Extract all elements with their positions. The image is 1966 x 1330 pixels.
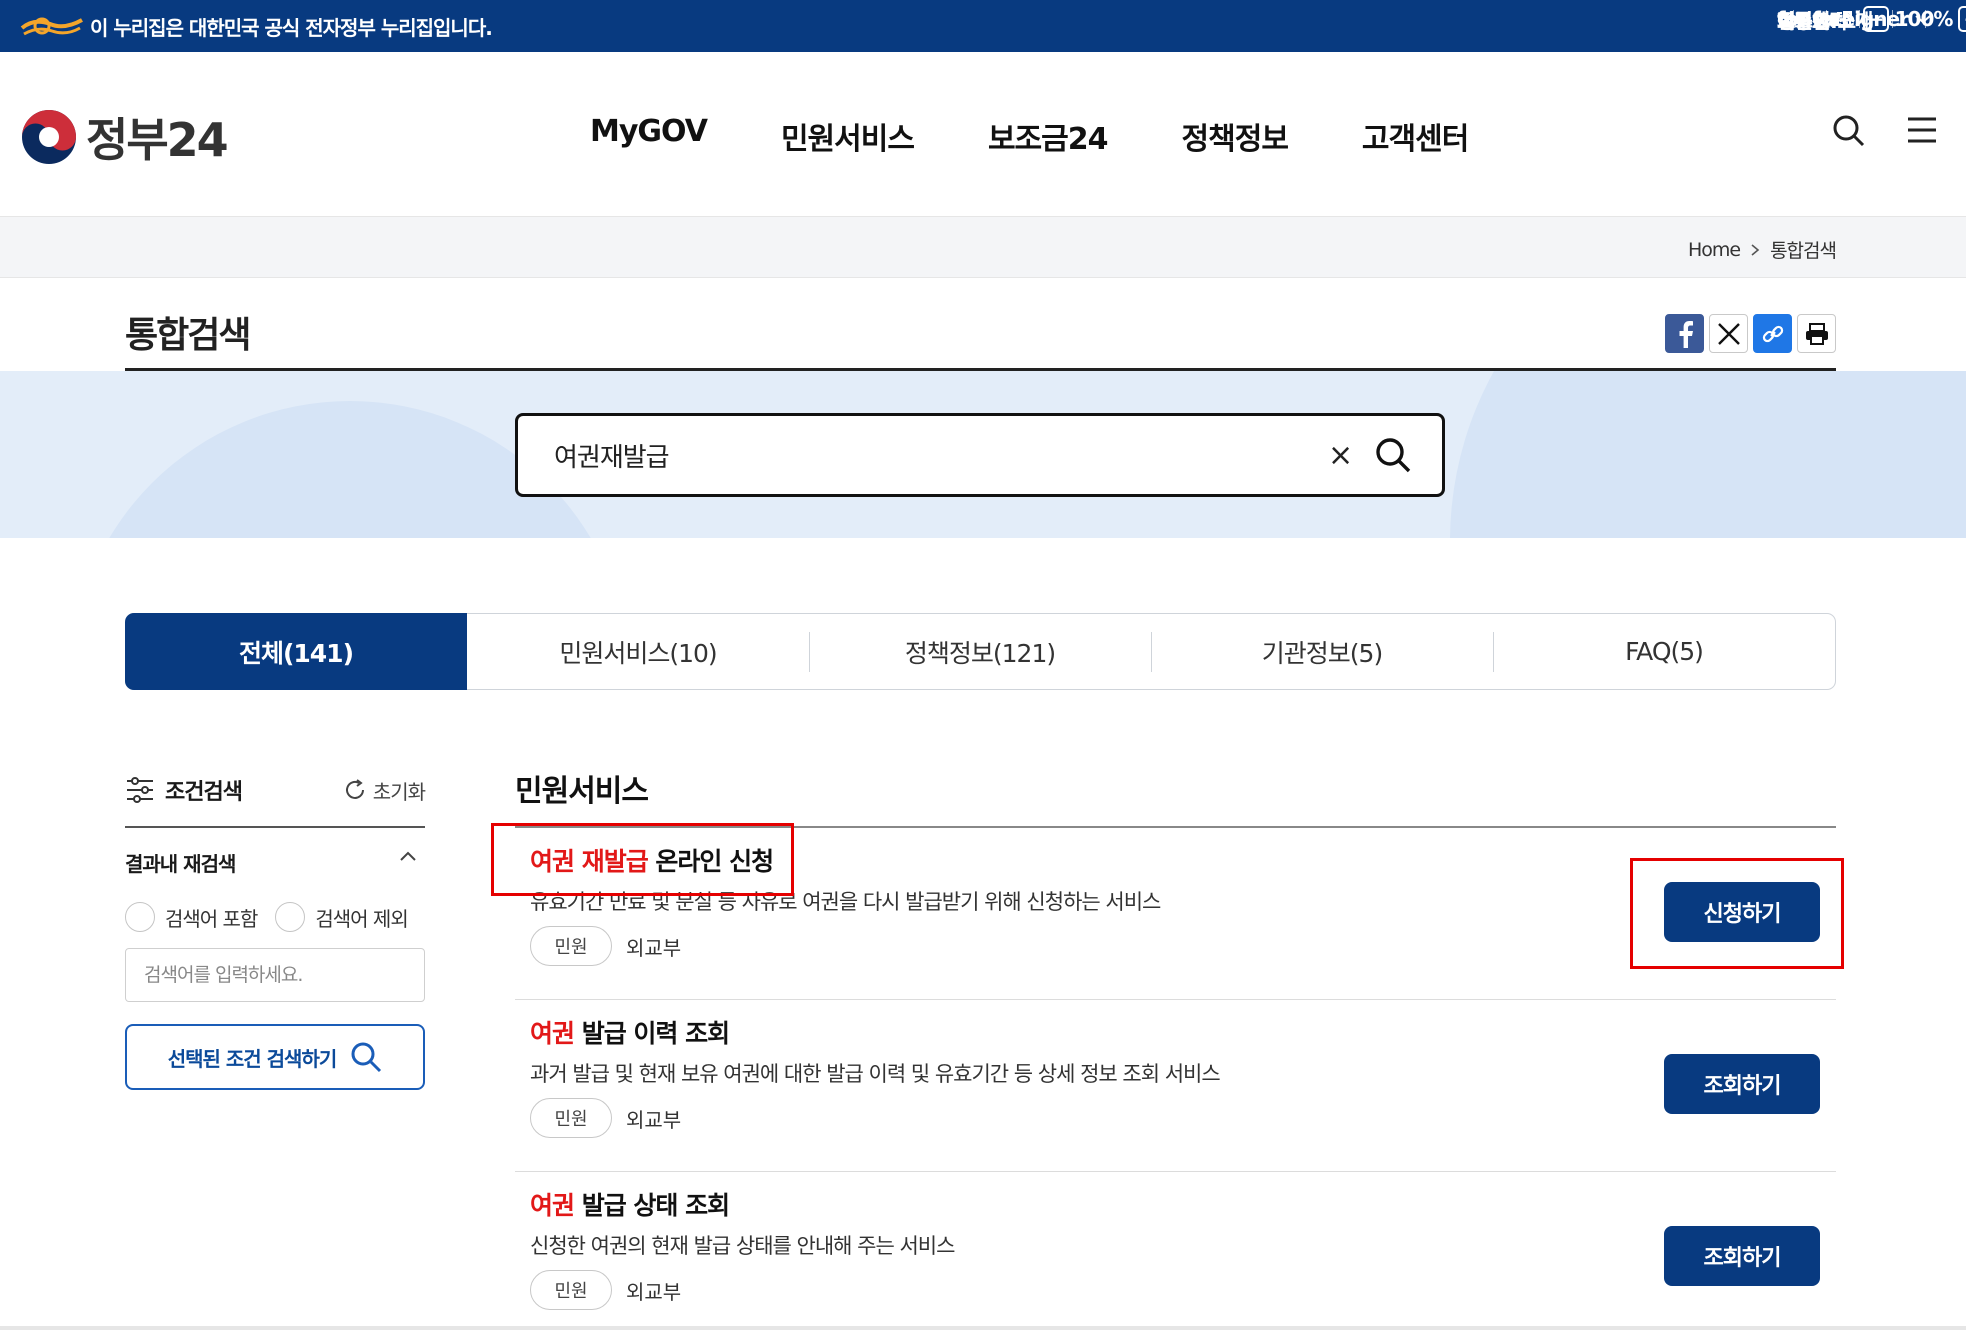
- inquiry-button[interactable]: 조회하기: [1664, 1054, 1820, 1114]
- facebook-share-button[interactable]: [1665, 314, 1704, 353]
- result-meta: 민원 외교부: [530, 1098, 681, 1138]
- result-item: 여권 발급 이력 조회 과거 발급 및 현재 보유 여권에 대한 발급 이력 및…: [515, 1000, 1836, 1172]
- tab-policy-info[interactable]: 정책정보(121): [809, 614, 1151, 689]
- facebook-icon: [1679, 320, 1693, 348]
- x-logo-icon: [1717, 322, 1740, 345]
- agency-name: 외교부: [626, 1279, 682, 1304]
- nav-subsidy24[interactable]: 보조금24: [988, 114, 1109, 158]
- decorative-shape: [1450, 371, 1966, 538]
- sliders-icon: [127, 777, 153, 803]
- printer-icon: [1805, 322, 1828, 345]
- search-selected-conditions-button[interactable]: 선택된 조건 검색하기: [125, 1024, 425, 1090]
- x-share-button[interactable]: [1709, 314, 1748, 353]
- page-title: 통합검색: [125, 315, 251, 356]
- result-title-highlight: 여권: [530, 1191, 575, 1220]
- agency-name: 외교부: [626, 1107, 682, 1132]
- condition-search-panel: 조건검색 초기화 결과내 재검색 검색어 포함 검색어 제외 선택된 조건 검색…: [125, 770, 426, 1090]
- filter-header: 조건검색 초기화: [125, 770, 426, 810]
- radio-circle[interactable]: [125, 902, 155, 932]
- result-description: 신청한 여권의 현재 발급 상태를 안내해 주는 서비스: [530, 1234, 955, 1258]
- clear-search-button[interactable]: ×: [1328, 438, 1353, 473]
- category-badge: 민원: [530, 1098, 612, 1138]
- nav-civil-services[interactable]: 민원서비스: [781, 114, 915, 158]
- search-icon[interactable]: [1832, 114, 1866, 148]
- agency-name: 외교부: [626, 935, 682, 960]
- integrated-search-box: ×: [515, 413, 1445, 497]
- category-badge: 민원: [530, 926, 612, 966]
- result-meta: 민원 외교부: [530, 1270, 681, 1310]
- filter-title-label: 조건검색: [165, 780, 243, 805]
- refine-keyword-input[interactable]: [125, 948, 425, 1002]
- annotation-box-apply: [1630, 858, 1844, 969]
- taegeuk-logo-icon: [22, 110, 76, 164]
- page-bottom-edge: [0, 1326, 1966, 1330]
- results-section-title: 민원서비스: [515, 774, 649, 809]
- gov-banner: 이 누리집은 대한민국 공식 전자정부 누리집입니다. for foreigne…: [0, 0, 1966, 52]
- result-meta: 민원 외교부: [530, 926, 681, 966]
- zoom-in-button[interactable]: +: [1958, 6, 1966, 32]
- result-title[interactable]: 여권 발급 이력 조회: [530, 1014, 730, 1050]
- print-button[interactable]: [1797, 314, 1836, 353]
- exclude-keyword-radio[interactable]: 검색어 제외: [275, 902, 409, 932]
- include-keyword-label: 검색어 포함: [165, 906, 258, 931]
- exclude-keyword-label: 검색어 제외: [315, 906, 408, 931]
- tab-faq[interactable]: FAQ(5): [1493, 614, 1835, 689]
- egov-mark-icon: [20, 17, 83, 36]
- site-logo-text: 정부24: [86, 113, 229, 167]
- result-category-tabs: 전체(141) 민원서비스(10) 정책정보(121) 기관정보(5) FAQ(…: [125, 613, 1836, 690]
- copy-link-button[interactable]: [1753, 314, 1792, 353]
- civil-service-results: 민원서비스 여권 재발급 온라인 신청 유효기간 만료 및 분실 등 사유로 여…: [515, 766, 1836, 1310]
- include-keyword-radio[interactable]: 검색어 포함: [125, 902, 258, 932]
- chevron-right-icon: [1751, 243, 1760, 256]
- utility-menu: for foreigner 어린이 정부24소개 로그인 인증센터 화면크기 −…: [1777, 6, 1966, 33]
- site-logo[interactable]: 정부24: [20, 104, 229, 170]
- filter-title: 조건검색: [125, 774, 243, 806]
- tab-agency-info[interactable]: 기관정보(5): [1151, 614, 1493, 689]
- header-actions: [1832, 114, 1938, 148]
- refine-search-title: 결과내 재검색: [125, 852, 236, 876]
- zoom-out-button[interactable]: −: [1862, 6, 1889, 32]
- search-icon: [351, 1042, 382, 1073]
- result-title[interactable]: 여권 발급 상태 조회: [530, 1186, 730, 1222]
- result-description: 과거 발급 및 현재 보유 여권에 대한 발급 이력 및 유효기간 등 상세 정…: [530, 1062, 1221, 1086]
- search-submit-icon[interactable]: [1374, 436, 1412, 474]
- official-notice: 이 누리집은 대한민국 공식 전자정부 누리집입니다.: [90, 16, 493, 40]
- site-header: 정부24 MyGOV 민원서비스 보조금24 정책정보 고객센터: [0, 52, 1966, 217]
- nav-mygov[interactable]: MyGOV: [590, 114, 708, 158]
- category-badge: 민원: [530, 1270, 612, 1310]
- tab-civil-services[interactable]: 민원서비스(10): [467, 614, 809, 689]
- filter-divider: [125, 826, 425, 828]
- result-item: 여권 발급 상태 조회 신청한 여권의 현재 발급 상태를 안내해 주는 서비스…: [515, 1172, 1836, 1330]
- nav-customer-center[interactable]: 고객센터: [1362, 114, 1469, 158]
- nav-policy-info[interactable]: 정책정보: [1182, 114, 1289, 158]
- breadcrumb-home[interactable]: Home: [1688, 239, 1741, 261]
- result-title-rest: 발급 상태 조회: [574, 1191, 730, 1220]
- main-nav: MyGOV 민원서비스 보조금24 정책정보 고객센터: [590, 114, 1469, 158]
- breadcrumb: Home 통합검색: [1688, 236, 1837, 263]
- refresh-icon: [345, 779, 364, 799]
- zoom-label: 화면크기: [1777, 8, 1848, 33]
- result-title-highlight: 여권: [530, 1019, 575, 1048]
- reset-label: 초기화: [372, 779, 426, 804]
- inquiry-button[interactable]: 조회하기: [1664, 1226, 1820, 1286]
- refine-options: 검색어 포함 검색어 제외: [125, 902, 409, 932]
- reset-button[interactable]: 초기화: [343, 776, 426, 805]
- menu-icon[interactable]: [1906, 114, 1938, 146]
- share-tools: [1665, 314, 1836, 353]
- search-input[interactable]: [554, 434, 1254, 476]
- link-icon: [1762, 325, 1783, 342]
- chevron-up-icon[interactable]: [399, 850, 417, 862]
- tab-all[interactable]: 전체(141): [125, 613, 467, 690]
- radio-circle[interactable]: [275, 902, 306, 932]
- annotation-box-title: [491, 823, 794, 896]
- zoom-value: 100%: [1894, 7, 1954, 31]
- breadcrumb-bar: Home 통합검색: [0, 217, 1966, 278]
- result-title-rest: 발급 이력 조회: [574, 1019, 730, 1048]
- breadcrumb-current: 통합검색: [1770, 240, 1837, 262]
- search-selected-conditions-label: 선택된 조건 검색하기: [167, 1046, 338, 1071]
